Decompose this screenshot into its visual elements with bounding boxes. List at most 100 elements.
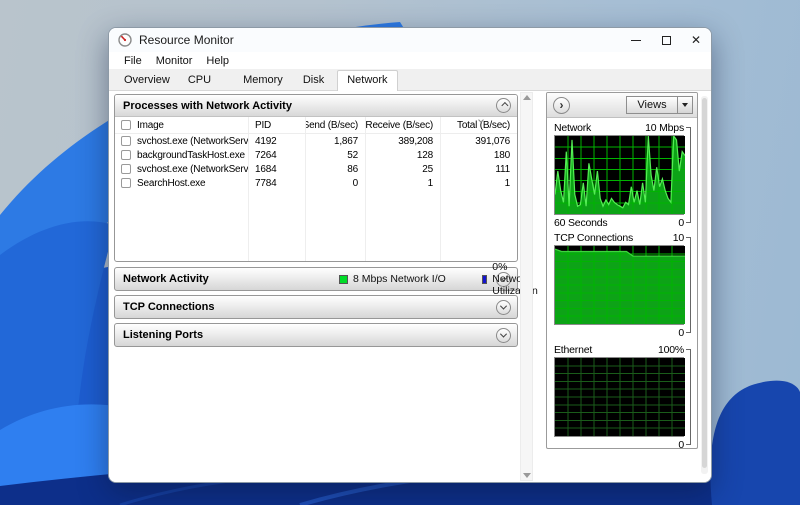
- tab-cpu[interactable]: CPU: [179, 71, 220, 90]
- menu-item-file[interactable]: File: [117, 55, 149, 67]
- select-all-checkbox[interactable]: [121, 120, 131, 130]
- graphs-box: › Views Network10 Mbps60 Seconds0TCP Con…: [546, 92, 698, 449]
- cell-total: 180: [441, 148, 517, 162]
- network-activity-title: Network Activity: [123, 273, 209, 285]
- cell-receive: 1: [366, 176, 441, 190]
- table-row[interactable]: svchost.exe (NetworkService -p)168486251…: [115, 162, 517, 176]
- cell-pid: 7784: [249, 176, 306, 190]
- cell-image: svchost.exe (NetworkService -p): [115, 162, 249, 176]
- graph-scale-bracket: [686, 237, 691, 333]
- column-header-image[interactable]: Image: [115, 117, 249, 133]
- row-checkbox[interactable]: [121, 150, 131, 160]
- column-header-pid[interactable]: PID: [249, 117, 306, 133]
- minimize-button[interactable]: [621, 28, 651, 52]
- table-header-row: Image PIDSend (B/sec) Receive (B/sec) Total…: [115, 117, 517, 134]
- menu-item-help[interactable]: Help: [199, 55, 236, 67]
- cell-image: backgroundTaskHost.exe: [115, 148, 249, 162]
- graph-scale-top: 100%: [658, 344, 684, 356]
- client-area: Processes with Network Activity Image PID…: [109, 91, 711, 483]
- table-row[interactable]: svchost.exe (NetworkService -p)41921,867…: [115, 134, 517, 148]
- graph-scale-top: 10: [673, 232, 684, 244]
- collapse-sidebar-button[interactable]: ›: [553, 97, 570, 114]
- chevron-down-icon: [500, 302, 507, 309]
- scroll-down-icon[interactable]: [523, 473, 531, 478]
- graph-scale-bottom: 0: [678, 217, 684, 229]
- cell-send: 1,867: [306, 134, 366, 148]
- cell-receive: 128: [366, 148, 441, 162]
- views-split-button: Views: [626, 96, 693, 114]
- dropdown-arrow-icon: [682, 103, 688, 107]
- filler-cell: [366, 190, 441, 261]
- menu-item-monitor[interactable]: Monitor: [149, 55, 200, 67]
- blue-swatch-icon: [482, 275, 487, 284]
- tcp-connections-title: TCP Connections: [123, 301, 214, 313]
- graph-label-row: Ethernet100%: [554, 342, 684, 357]
- main-column: Processes with Network Activity Image PID…: [114, 94, 518, 347]
- minimize-icon: [631, 40, 641, 41]
- graph-label-row: Network 10 Mbps: [554, 120, 684, 135]
- views-button[interactable]: Views: [626, 96, 678, 114]
- column-header-label: Receive (B/sec): [366, 120, 433, 131]
- cell-pid: 7264: [249, 148, 306, 162]
- expand-button[interactable]: [496, 328, 511, 343]
- tab-network[interactable]: Network: [337, 70, 397, 91]
- graph-scale-bottom: 0: [678, 327, 684, 339]
- network-activity-panel[interactable]: Network Activity 8 Mbps Network I/O 0% N…: [114, 267, 518, 291]
- window-title: Resource Monitor: [139, 33, 234, 47]
- row-checkbox[interactable]: [121, 136, 131, 146]
- processes-panel-header[interactable]: Processes with Network Activity: [115, 95, 517, 117]
- graph-name: Network: [554, 122, 591, 134]
- table-row[interactable]: backgroundTaskHost.exe726452128180: [115, 148, 517, 162]
- image-name: SearchHost.exe: [137, 178, 205, 189]
- tab-disk[interactable]: Disk: [294, 71, 333, 90]
- graph-plot-network: [555, 136, 685, 214]
- column-header-label: Total (B/sec): [457, 120, 510, 131]
- image-name: svchost.exe (NetworkService -p): [137, 164, 249, 175]
- graph-section-network: Network 10 Mbps 60 Seconds 0: [547, 120, 697, 230]
- cell-pid: 4192: [249, 134, 306, 148]
- title-bar[interactable]: Resource Monitor ✕: [109, 28, 711, 52]
- image-name: svchost.exe (NetworkService -p): [137, 136, 249, 147]
- collapse-button[interactable]: [496, 98, 511, 113]
- cell-total: 391,076: [441, 134, 517, 148]
- graph-x-label: 60 Seconds: [554, 217, 607, 229]
- legend-network-io: 8 Mbps Network I/O: [339, 273, 446, 285]
- processes-table: Image PIDSend (B/sec) Receive (B/sec) Total…: [115, 117, 517, 261]
- graph-scale-bracket: [686, 349, 691, 445]
- graph-scale-top: 10 Mbps: [645, 122, 684, 134]
- graph-bottom-row: 0: [554, 437, 684, 449]
- tab-memory[interactable]: Memory: [234, 71, 292, 90]
- cell-pid: 1684: [249, 162, 306, 176]
- views-dropdown-button[interactable]: [678, 96, 693, 114]
- column-header-send-b-sec[interactable]: Send (B/sec): [306, 117, 366, 133]
- scroll-up-icon[interactable]: [523, 95, 531, 100]
- row-checkbox[interactable]: [121, 164, 131, 174]
- table-filler-row: [115, 190, 517, 261]
- resource-monitor-icon: [118, 33, 132, 47]
- legend-network-io-label: 8 Mbps Network I/O: [353, 273, 446, 285]
- cell-send: 86: [306, 162, 366, 176]
- maximize-button[interactable]: [651, 28, 681, 52]
- column-header-total-b-sec[interactable]: Total (B/sec): [441, 117, 517, 133]
- graph-box: [554, 245, 684, 325]
- table-row[interactable]: SearchHost.exe7784011: [115, 176, 517, 190]
- close-button[interactable]: ✕: [681, 28, 711, 52]
- cell-receive: 25: [366, 162, 441, 176]
- green-swatch-icon: [339, 275, 348, 284]
- graph-bottom-row: 0: [554, 325, 684, 340]
- sidebar-scrollbar-thumb[interactable]: [702, 98, 707, 468]
- main-scrollbar[interactable]: [520, 92, 533, 481]
- column-header-receive-b-sec[interactable]: Receive (B/sec): [366, 117, 441, 133]
- column-header-label: Send (B/sec): [306, 120, 358, 131]
- tab-overview[interactable]: Overview: [115, 71, 179, 90]
- expand-button[interactable]: [496, 300, 511, 315]
- tcp-connections-panel[interactable]: TCP Connections: [114, 295, 518, 319]
- cell-total: 1: [441, 176, 517, 190]
- row-checkbox[interactable]: [121, 178, 131, 188]
- cell-image: svchost.exe (NetworkService -p): [115, 134, 249, 148]
- cell-image: SearchHost.exe: [115, 176, 249, 190]
- sidebar-scrollbar[interactable]: [701, 96, 708, 474]
- column-header-label: Image: [137, 120, 164, 131]
- tab-bar: OverviewCPU MemoryDiskNetwork: [109, 70, 711, 91]
- listening-ports-panel[interactable]: Listening Ports: [114, 323, 518, 347]
